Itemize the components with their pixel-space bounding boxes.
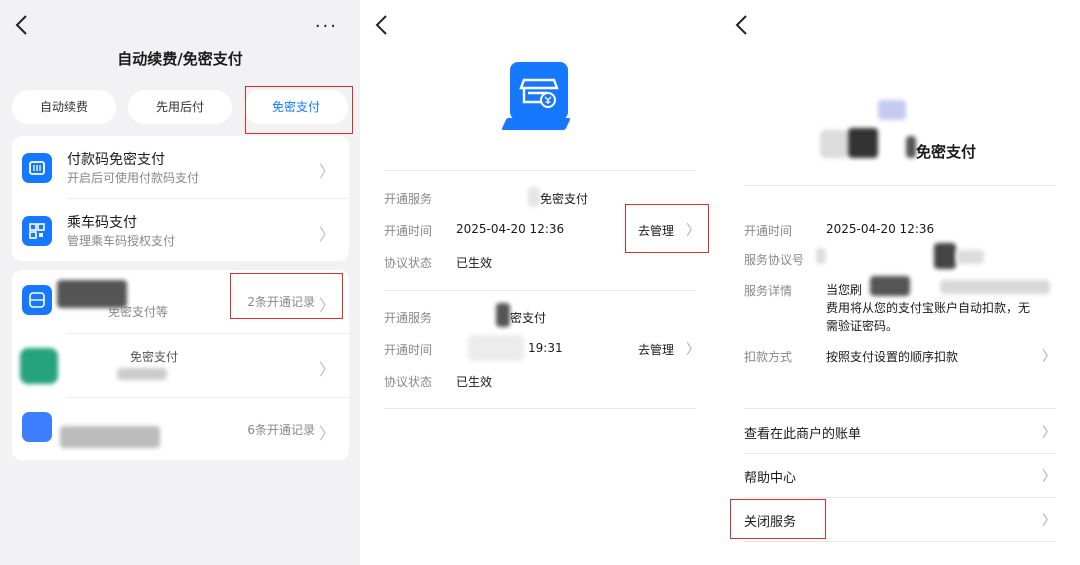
view-bills-link[interactable]: 查看在此商户的账单: [744, 423, 861, 442]
tab-pay-later[interactable]: 先用后付: [128, 90, 232, 124]
field-label: 服务协议号: [744, 253, 805, 267]
divider: [744, 541, 1056, 542]
chevron-right-icon: 〉: [1042, 513, 1056, 529]
more-icon[interactable]: ···: [315, 16, 338, 37]
merchant-logo-icon: [510, 62, 568, 120]
payment-code-icon: [22, 153, 52, 183]
divider: [744, 185, 1056, 186]
divider: [744, 453, 1056, 454]
back-icon[interactable]: [734, 14, 754, 42]
redacted-text: [117, 368, 167, 380]
service-detail-text: 需验证密码。: [826, 319, 899, 333]
service-name: 免密支付: [540, 192, 589, 206]
manage-link[interactable]: 去管理: [638, 341, 674, 358]
field-label: 开通时间: [384, 224, 433, 238]
item-subtitle: 免密支付等: [108, 305, 169, 319]
auto-renew-panel: ··· 自动续费/免密支付 自动续费 先用后付 免密支付 付款码免密支付 开启后…: [0, 0, 360, 565]
field-label: 开通服务: [384, 192, 433, 206]
list-item[interactable]: 乘车码支付 管理乘车码授权支付 〉: [12, 199, 349, 261]
service-detail-text: 当您刷: [826, 283, 863, 297]
redacted-text: [528, 187, 540, 207]
redacted-logo: [878, 100, 906, 120]
divider: [744, 497, 1056, 498]
chevron-right-icon: 〉: [318, 225, 335, 244]
item-subtitle: 管理乘车码授权支付: [67, 234, 176, 248]
redacted-text: [816, 248, 826, 264]
chevron-right-icon: 〉: [1042, 349, 1056, 365]
redacted-text: [468, 335, 524, 361]
redacted-text: [956, 250, 984, 264]
redacted-text: [820, 130, 848, 158]
list-item[interactable]: 6条开通记录 〉: [12, 398, 349, 460]
field-label: 协议状态: [384, 256, 433, 270]
item-title: 付款码免密支付: [67, 152, 165, 168]
chevron-right-icon: 〉: [1042, 425, 1056, 441]
list-item[interactable]: 付款码免密支付 开启后可使用付款码支付 〉: [12, 136, 349, 198]
item-subtitle: 开启后可使用付款码支付: [67, 171, 200, 185]
merchant-logo-icon: [22, 412, 52, 442]
field-label: 开通服务: [384, 311, 433, 325]
redacted-text: [934, 243, 956, 269]
redacted-text: [906, 136, 916, 158]
deduction-method[interactable]: 按照支付设置的顺序扣款: [826, 348, 958, 365]
redacted-text: [848, 128, 878, 158]
open-time: 2025-04-20 12:36: [826, 222, 935, 236]
field-label: 开通时间: [744, 224, 793, 238]
item-title: 乘车码支付: [67, 215, 137, 231]
page-title: 自动续费/免密支付: [117, 50, 243, 68]
help-center-link[interactable]: 帮助中心: [744, 467, 796, 486]
back-icon[interactable]: [14, 14, 34, 42]
chevron-right-icon: 〉: [1042, 469, 1056, 485]
redacted-merchant-name: [60, 426, 160, 448]
highlight-box: [625, 204, 709, 253]
record-count: 6条开通记录: [247, 423, 315, 437]
list-item[interactable]: 免密支付 〉: [12, 334, 349, 396]
back-icon[interactable]: [374, 14, 394, 42]
divider: [384, 408, 696, 409]
field-label: 扣款方式: [744, 350, 793, 364]
highlight-box: [245, 86, 353, 134]
open-time: 19:31: [528, 341, 563, 355]
divider: [384, 170, 696, 171]
chevron-right-icon: 〉: [686, 342, 700, 358]
field-label: 服务详情: [744, 284, 793, 298]
redacted-text: [496, 303, 510, 327]
item-subtitle: 免密支付: [130, 350, 179, 364]
service-title: 免密支付: [916, 143, 977, 161]
highlight-box: [730, 499, 826, 539]
tab-auto-renew[interactable]: 自动续费: [12, 90, 116, 124]
field-label: 协议状态: [384, 375, 433, 389]
merchant-logo-icon: [22, 285, 52, 315]
service-detail-panel: 免密支付 开通时间 2025-04-20 12:36 服务协议号 服务详情 当您…: [720, 0, 1080, 565]
chevron-right-icon: 〉: [318, 162, 335, 181]
chevron-right-icon: 〉: [318, 424, 335, 443]
divider: [744, 408, 1056, 409]
service-detail-text: 费用将从您的支付宝账户自动扣款，无: [826, 301, 1031, 315]
redacted-text: [940, 280, 1050, 294]
divider: [384, 290, 696, 291]
open-time: 2025-04-20 12:36: [456, 222, 565, 236]
field-label: 开通时间: [384, 343, 433, 357]
payment-code-card: 付款码免密支付 开启后可使用付款码支付 〉 乘车码支付 管理乘车码授权支付 〉: [12, 136, 349, 261]
redacted-text: [870, 276, 910, 296]
merchant-logo-icon: [20, 348, 58, 384]
highlight-box: [230, 273, 343, 319]
chevron-right-icon: 〉: [318, 360, 335, 379]
agreement-status: 已生效: [456, 375, 493, 389]
service-name: 密支付: [510, 311, 547, 325]
merchant-records-panel: 开通服务 免密支付 开通时间 2025-04-20 12:36 去管理 〉 协议…: [360, 0, 720, 565]
agreement-status: 已生效: [456, 256, 493, 270]
transit-code-icon: [22, 216, 52, 246]
